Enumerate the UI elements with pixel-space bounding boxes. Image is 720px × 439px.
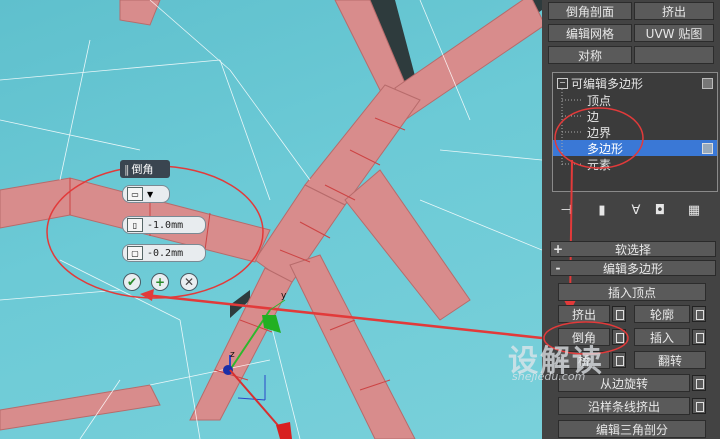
ok-button[interactable]: ✔ xyxy=(123,273,141,291)
height-icon: ▯ xyxy=(127,218,143,232)
arrow-head xyxy=(140,289,154,301)
configure-sets-icon[interactable]: ▦ xyxy=(684,201,704,219)
outline-button[interactable]: 轮廓 xyxy=(634,305,690,323)
modifier-symmetry-button[interactable]: 对称 xyxy=(548,46,632,64)
rollout-edit-polygons[interactable]: - 编辑多边形 xyxy=(550,260,716,276)
gizmo-y-label: y xyxy=(281,291,287,301)
extrude-along-spline-settings-button[interactable] xyxy=(692,398,706,414)
caddy-title: 倒角 xyxy=(131,163,154,176)
height-value[interactable]: -1.0mm xyxy=(147,220,183,231)
inset-button[interactable]: 插入 xyxy=(634,328,690,346)
insert-vertex-button[interactable]: 插入顶点 xyxy=(558,283,706,301)
outline-icon: ▢ xyxy=(127,246,143,260)
3d-viewport[interactable]: y z ‖ 倒角 ▭ ▼ ▯ -1.0mm ▢ -0.2mm ✔ + ✕ xyxy=(0,0,542,439)
modifier-edit-mesh-button[interactable]: 编辑网格 xyxy=(548,24,632,42)
height-spinner[interactable]: ▯ -1.0mm xyxy=(122,216,206,234)
collapse-icon: - xyxy=(555,261,561,275)
edit-triangulation-button[interactable]: 编辑三角剖分 xyxy=(558,420,706,438)
rollout-soft-selection[interactable]: + 软选择 xyxy=(550,241,716,257)
grip-icon: ‖ xyxy=(124,162,130,176)
watermark-url: shejiedu.com xyxy=(512,370,586,383)
outline-settings-button[interactable] xyxy=(692,306,706,322)
extrude-along-spline-button[interactable]: 沿样条线挤出 xyxy=(558,397,690,415)
bevel-type-dropdown[interactable]: ▭ ▼ xyxy=(122,185,170,203)
expand-icon: + xyxy=(552,242,564,256)
hinge-settings-button[interactable] xyxy=(692,375,706,391)
outline-spinner[interactable]: ▢ -0.2mm xyxy=(122,244,206,262)
modifier-extrude-button[interactable]: 挤出 xyxy=(634,2,714,20)
mesh-view xyxy=(0,0,542,439)
caddy-title-bar[interactable]: ‖ 倒角 xyxy=(120,160,170,178)
modifier-bevel-profile-button[interactable]: 倒角剖面 xyxy=(548,2,632,20)
apply-and-continue-button[interactable]: + xyxy=(151,273,169,291)
group-icon: ▭ xyxy=(127,187,143,201)
modifier-empty-button[interactable] xyxy=(634,46,714,64)
mesh-strips xyxy=(0,0,542,439)
remove-modifier-icon[interactable]: ◘ xyxy=(650,201,670,219)
outline-value[interactable]: -0.2mm xyxy=(147,248,183,259)
gizmo-z-label: z xyxy=(230,350,235,360)
flip-button[interactable]: 翻转 xyxy=(634,351,706,369)
make-unique-icon[interactable]: ∀ xyxy=(626,201,646,219)
rollout-edit-polygons-label: 编辑多边形 xyxy=(602,261,663,276)
modifier-uvw-map-button[interactable]: UVW 贴图 xyxy=(634,24,714,42)
inset-settings-button[interactable] xyxy=(692,329,706,345)
cancel-button[interactable]: ✕ xyxy=(180,273,198,291)
rollout-soft-selection-label: 软选择 xyxy=(614,242,651,257)
chevron-down-icon: ▼ xyxy=(147,189,154,199)
